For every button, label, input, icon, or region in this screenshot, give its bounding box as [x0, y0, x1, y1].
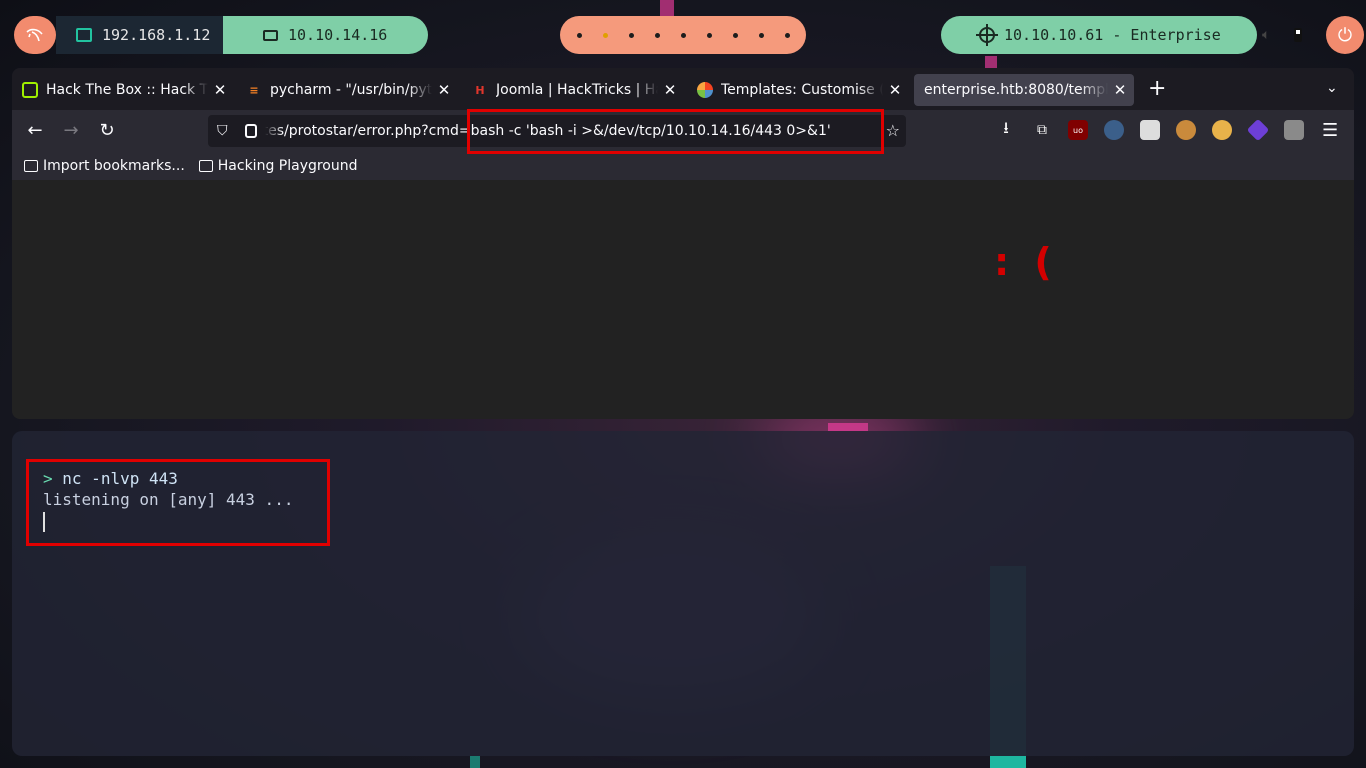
- hamburger-menu-icon[interactable]: ☰: [1322, 120, 1338, 141]
- power-button[interactable]: ⏻: [1326, 16, 1364, 54]
- extensions-toolbar: ⭳ ⧉ uo: [996, 118, 1304, 142]
- stackoverflow-icon: ≡: [249, 83, 259, 97]
- workspace-1[interactable]: [576, 32, 582, 38]
- tab-title: pycharm - "/usr/bin/python3": [270, 82, 432, 98]
- bookmark-label: Hacking Playground: [217, 158, 358, 174]
- vpn-ip-widget[interactable]: 10.10.14.16: [223, 16, 428, 54]
- workspace-4[interactable]: [654, 32, 660, 38]
- terminal-highlight-box: [26, 459, 330, 546]
- lock-icon[interactable]: [245, 124, 257, 138]
- bookmark-hacking-playground[interactable]: Hacking Playground: [198, 158, 358, 174]
- sad-face-text: : (: [994, 240, 1058, 284]
- tab-hacktricks[interactable]: H Joomla | HackTricks | HackTricks ✕: [462, 74, 684, 106]
- new-tab-icon[interactable]: +: [1148, 78, 1166, 100]
- ublock-icon[interactable]: uo: [1068, 120, 1088, 140]
- back-icon[interactable]: ←: [24, 120, 46, 142]
- tab-strip: Hack The Box :: Hack The Box ✕ ≡ pycharm…: [12, 68, 1354, 110]
- workspace-3[interactable]: [628, 32, 634, 38]
- shield-icon[interactable]: ⛉: [217, 123, 233, 139]
- bookmarks-bar: Import bookmarks... Hacking Playground: [12, 152, 1354, 180]
- system-tray: 🔈︎: [1262, 16, 1302, 54]
- close-icon[interactable]: ✕: [887, 81, 903, 99]
- close-icon[interactable]: ✕: [1112, 81, 1128, 99]
- local-ip-widget[interactable]: 192.168.1.12: [56, 16, 228, 54]
- tab-title: Joomla | HackTricks | HackTricks: [496, 82, 658, 98]
- kali-menu-button[interactable]: [14, 16, 56, 54]
- user-agent-icon[interactable]: [1284, 120, 1304, 140]
- bookmark-star-icon[interactable]: ☆: [886, 122, 900, 140]
- joomla-icon: [697, 82, 713, 98]
- wappalyzer-icon[interactable]: [1212, 120, 1232, 140]
- workspace-5[interactable]: [680, 32, 686, 38]
- tab-templates[interactable]: Templates: Customise (Protostar) ✕: [687, 74, 909, 106]
- target-widget[interactable]: 10.10.10.61 - Enterprise: [941, 16, 1257, 54]
- volume-muted-icon[interactable]: 🔈︎: [1262, 28, 1276, 42]
- workspace-9[interactable]: [784, 32, 790, 38]
- tab-enterprise[interactable]: enterprise.htb:8080/templates ✕: [914, 74, 1134, 106]
- vpn-ip-label: 10.10.14.16: [288, 26, 388, 44]
- download-icon[interactable]: ⭳: [996, 118, 1016, 140]
- hacktools-icon[interactable]: [1104, 120, 1124, 140]
- htb-cube-icon: [22, 82, 38, 98]
- tab-title: Templates: Customise (Protostar): [721, 82, 883, 98]
- workspace-7[interactable]: [732, 32, 738, 38]
- extensions-icon[interactable]: ⧉: [1032, 120, 1052, 140]
- hacktricks-icon: H: [475, 83, 485, 97]
- close-icon[interactable]: ✕: [212, 81, 228, 99]
- page-content: : (: [12, 180, 1354, 419]
- reload-icon[interactable]: ↻: [96, 120, 118, 142]
- workspace-2[interactable]: [602, 32, 608, 38]
- foxyproxy-icon[interactable]: [1246, 118, 1270, 142]
- kali-dragon-icon: [26, 28, 43, 42]
- battery-icon[interactable]: [1294, 28, 1302, 42]
- bookmark-label: Import bookmarks...: [43, 158, 185, 174]
- laptop-icon: [263, 29, 278, 41]
- bookmark-import[interactable]: Import bookmarks...: [24, 158, 185, 174]
- tab-title: Hack The Box :: Hack The Box: [46, 82, 208, 98]
- forward-icon[interactable]: →: [60, 120, 82, 142]
- chevron-down-icon[interactable]: ⌄: [1326, 80, 1338, 96]
- workspace-8[interactable]: [758, 32, 764, 38]
- crosshair-icon: [976, 24, 998, 46]
- target-label: 10.10.10.61 - Enterprise: [1004, 26, 1221, 44]
- local-ip-label: 192.168.1.12: [102, 26, 211, 44]
- tab-title: enterprise.htb:8080/templates: [924, 82, 1108, 98]
- top-bar: 192.168.1.12 10.10.14.16 10.10.10.61 - E…: [0, 0, 1366, 68]
- workspace-6[interactable]: [706, 32, 712, 38]
- url-highlight-box: [467, 109, 884, 154]
- qr-code-icon[interactable]: [1140, 120, 1160, 140]
- tab-hackthebox[interactable]: Hack The Box :: Hack The Box ✕: [12, 74, 234, 106]
- close-icon[interactable]: ✕: [662, 81, 678, 99]
- import-icon: [24, 160, 38, 172]
- workspace-switcher: [560, 16, 806, 54]
- folder-icon: [198, 160, 213, 172]
- power-icon: ⏻: [1337, 24, 1353, 46]
- cookie-icon[interactable]: [1176, 120, 1196, 140]
- close-icon[interactable]: ✕: [436, 81, 452, 99]
- tab-pycharm[interactable]: ≡ pycharm - "/usr/bin/python3" ✕: [236, 74, 458, 106]
- monitor-icon: [76, 28, 92, 42]
